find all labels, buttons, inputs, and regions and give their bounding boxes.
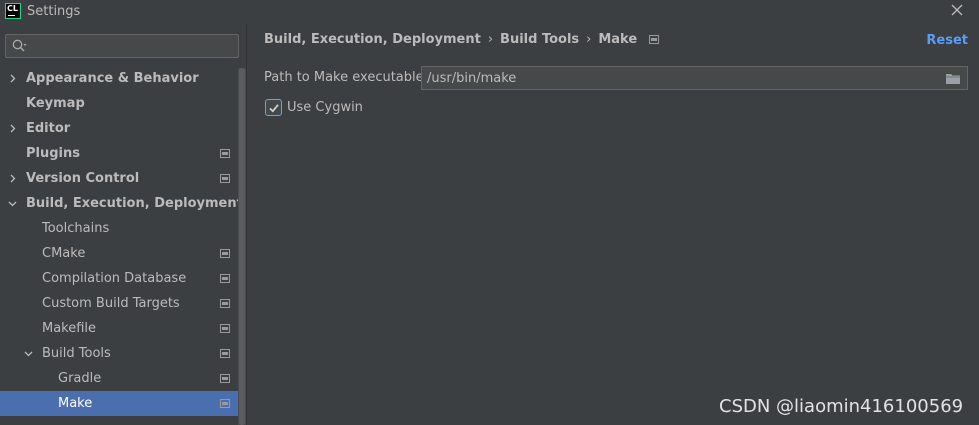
chevron-right-icon[interactable] (8, 124, 17, 133)
sidebar-item-label: CMake (42, 246, 86, 261)
sidebar-item-editor[interactable]: Editor (0, 116, 238, 141)
watermark: CSDN @liaomin416100569 (719, 396, 964, 417)
app-logo-text: CL (7, 4, 18, 13)
chevron-right-icon[interactable] (8, 74, 17, 83)
breadcrumb-separator: › (586, 32, 592, 47)
project-settings-icon (220, 249, 230, 258)
sidebar-item-label: Build Tools (42, 346, 111, 361)
project-settings-icon (220, 274, 230, 283)
sidebar-item-keymap[interactable]: Keymap (0, 91, 238, 116)
clion-logo-icon: CL (5, 3, 21, 19)
title-bar: CL Settings (0, 0, 979, 24)
sidebar-item-label: Version Control (26, 171, 140, 186)
project-settings-icon (220, 174, 230, 183)
folder-icon[interactable] (945, 72, 961, 85)
search-input[interactable] (36, 37, 232, 55)
settings-tree: Appearance & Behavior Keymap Editor Plugins… (0, 66, 243, 416)
reset-link[interactable]: Reset (926, 33, 968, 48)
project-settings-icon (220, 399, 230, 408)
settings-search-box[interactable] (5, 34, 239, 58)
sidebar-item-label: Gradle (58, 371, 102, 386)
make-path-field[interactable] (421, 66, 968, 90)
sidebar-item-cmake[interactable]: CMake (0, 241, 238, 266)
search-icon (11, 38, 29, 54)
sidebar-item-label: Compilation Database (42, 271, 187, 286)
make-path-input[interactable] (427, 70, 927, 86)
sidebar-item-toolchains[interactable]: Toolchains (0, 216, 238, 241)
sidebar-scrollbar[interactable] (238, 68, 246, 425)
scrollbar-thumb[interactable] (239, 68, 245, 425)
chevron-down-icon[interactable] (8, 199, 17, 208)
sidebar-item-label: Keymap (26, 96, 85, 111)
sidebar-item-label: Build, Execution, Deployment (26, 196, 243, 211)
window-title: Settings (27, 4, 81, 19)
breadcrumb-item: Build Tools (500, 32, 580, 47)
sidebar-item-label: Appearance & Behavior (26, 71, 199, 86)
chevron-down-icon[interactable] (24, 349, 33, 358)
chevron-right-icon[interactable] (8, 174, 17, 183)
sidebar-item-label: Make (58, 396, 93, 411)
sidebar-item-label: Custom Build Targets (42, 296, 180, 311)
project-settings-icon (220, 349, 230, 358)
breadcrumb: Build, Execution, Deployment › Build Tools… (264, 32, 660, 50)
sidebar-item-gradle[interactable]: Gradle (0, 366, 238, 391)
sidebar-item-build-tools[interactable]: Build Tools (0, 341, 238, 366)
settings-sidebar: Appearance & Behavior Keymap Editor Plugins… (0, 24, 246, 425)
use-cygwin-label[interactable]: Use Cygwin (287, 100, 363, 115)
sidebar-item-appearance-behavior[interactable]: Appearance & Behavior (0, 66, 238, 91)
project-settings-icon (220, 149, 230, 158)
breadcrumb-separator: › (487, 32, 494, 47)
sidebar-item-compilation-database[interactable]: Compilation Database (0, 266, 238, 291)
sidebar-item-plugins[interactable]: Plugins (0, 141, 238, 166)
use-cygwin-checkbox[interactable] (265, 99, 282, 116)
breadcrumb-item: Make (598, 32, 638, 47)
close-icon[interactable] (949, 2, 965, 18)
project-settings-icon (220, 299, 230, 308)
breadcrumb-item: Build, Execution, Deployment (264, 32, 481, 47)
project-settings-icon (220, 324, 230, 333)
settings-content: Build, Execution, Deployment › Build Tools… (247, 24, 979, 425)
project-settings-icon (649, 35, 660, 44)
project-settings-icon (220, 374, 230, 383)
sidebar-item-label: Makefile (42, 321, 97, 336)
sidebar-item-label: Editor (26, 121, 71, 136)
sidebar-item-makefile[interactable]: Makefile (0, 316, 238, 341)
sidebar-item-version-control[interactable]: Version Control (0, 166, 238, 191)
sidebar-item-label: Toolchains (42, 221, 110, 236)
sidebar-item-make[interactable]: Make (0, 391, 238, 416)
make-path-label: Path to Make executable (264, 70, 424, 85)
sidebar-item-label: Plugins (26, 146, 80, 161)
sidebar-item-build-execution-deployment[interactable]: Build, Execution, Deployment (0, 191, 243, 216)
sidebar-item-custom-build-targets[interactable]: Custom Build Targets (0, 291, 238, 316)
